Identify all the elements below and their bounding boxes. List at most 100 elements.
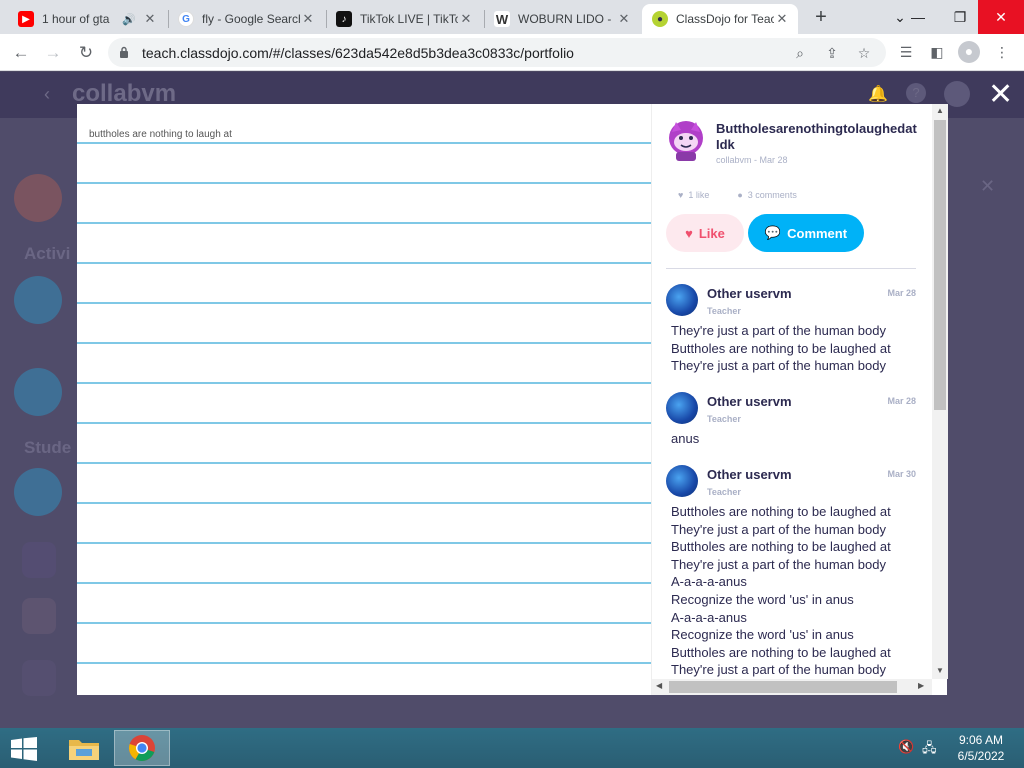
side-panel-icon[interactable]: ◧ <box>927 42 947 62</box>
close-tab-icon[interactable]: ✕ <box>300 11 316 27</box>
comment-item: Other uservm Mar 28 Teacher They're just… <box>666 284 918 384</box>
file-explorer-button[interactable] <box>56 730 112 766</box>
comment-line: They're just a part of the human body <box>671 662 886 678</box>
comment-button[interactable]: 💬 Comment <box>748 214 864 252</box>
comment-line: They're just a part of the human body <box>671 323 886 338</box>
comment-line: anus <box>671 431 700 446</box>
like-button[interactable]: ♥ Like <box>666 214 744 252</box>
comment-label: Comment <box>787 225 848 241</box>
close-tab-icon[interactable]: ✕ <box>142 11 158 27</box>
comment-line: Buttholes are nothing to be laughed at <box>671 644 891 660</box>
comment-line: Buttholes are nothing to be laughed at <box>671 340 891 356</box>
portfolio-post-modal: buttholes are nothing to laugh at Buttho… <box>77 104 948 695</box>
back-icon[interactable]: ← <box>8 40 34 66</box>
page-content: ‹ collabvm 🔔 ? Activi Stude ✕ ✕ butthole… <box>0 72 1024 728</box>
comment-line: A-a-a-a-anus <box>671 609 747 625</box>
tab-title: ClassDojo for Teachers <box>676 12 774 26</box>
bg-activity-heading: Activi <box>24 244 71 263</box>
tab-title: TikTok LIVE | TikTok <box>360 12 458 26</box>
bookmark-star-icon[interactable]: ☆ <box>854 43 874 63</box>
commenter-role: Teacher <box>707 487 741 497</box>
vertical-scroll-thumb[interactable] <box>934 120 946 410</box>
comment-line: Buttholes are nothing to be laughed at <box>671 539 891 555</box>
tab-youtube[interactable]: ▶ 1 hour of gta 🔊 ✕ <box>8 4 166 34</box>
ruled-line <box>77 462 651 464</box>
post-author-line1: Buttholesarenothingtolaughedat <box>716 121 917 136</box>
commenter-avatar <box>666 284 698 316</box>
scroll-left-icon[interactable]: ◀ <box>656 681 662 690</box>
bg-monster-avatar <box>22 542 56 578</box>
ruled-line <box>77 222 651 224</box>
like-label: Like <box>698 225 725 241</box>
ruled-line <box>77 662 651 664</box>
back-arrow-icon[interactable]: ‹ <box>44 84 50 105</box>
zoom-icon[interactable]: ⌕ <box>790 43 810 63</box>
close-tab-icon[interactable]: ✕ <box>616 11 632 27</box>
bg-add-icon <box>14 368 62 416</box>
ruled-line <box>77 582 651 584</box>
chrome-taskbar-button[interactable] <box>114 730 170 766</box>
likes-text: 1 like <box>688 190 710 200</box>
comment-bubbles-icon: 💬 <box>764 225 782 240</box>
comment-date: Mar 28 <box>887 288 916 298</box>
reload-icon[interactable]: ↻ <box>73 40 99 66</box>
system-clock[interactable]: 9:06 AM 6/5/2022 <box>950 732 1012 764</box>
commenter-avatar <box>666 465 698 497</box>
post-details-scroll[interactable]: Buttholesarenothingtolaughedat Idk colla… <box>652 104 932 679</box>
scroll-up-icon[interactable]: ▲ <box>935 106 945 115</box>
comments-count[interactable]: ● 3 comments <box>737 190 796 200</box>
restore-button[interactable]: ❐ <box>940 0 980 34</box>
tab-title: 1 hour of gta <box>42 12 110 26</box>
menu-kebab-icon[interactable]: ⋮ <box>992 42 1012 62</box>
tab-classdojo[interactable]: ● ClassDojo for Teachers ✕ <box>642 4 798 34</box>
close-modal-icon[interactable]: ✕ <box>988 80 1013 110</box>
address-bar[interactable]: teach.classdojo.com/#/classes/623da542e8… <box>108 38 886 67</box>
tab-woburn-lido[interactable]: W WOBURN LIDO - ✕ <box>484 4 640 34</box>
ruled-line <box>77 542 651 544</box>
post-stats: ♥ 1 like ● 3 comments <box>678 190 797 200</box>
likes-count[interactable]: ♥ 1 like <box>678 190 709 200</box>
comment-line: They're just a part of the human body <box>671 556 886 572</box>
speaker-icon[interactable]: 🔊 <box>122 13 136 26</box>
share-icon[interactable]: ⇪ <box>822 43 842 63</box>
vertical-scrollbar[interactable]: ▲ ▼ <box>932 104 948 679</box>
comment-line: They're just a part of the human body <box>671 521 886 537</box>
ruled-line <box>77 302 651 304</box>
comment-item: Other uservm Mar 28 Teacher anus <box>666 392 918 452</box>
comment-line: Recognize the word 'us' in anus <box>671 591 854 607</box>
clock-date: 6/5/2022 <box>957 749 1005 763</box>
post-author-line2: Idk <box>716 137 735 152</box>
tab-tiktok[interactable]: ♪ TikTok LIVE | TikTok ✕ <box>326 4 482 34</box>
scroll-right-icon[interactable]: ▶ <box>918 681 924 690</box>
post-side-panel: Buttholesarenothingtolaughedat Idk colla… <box>651 104 948 695</box>
chrome-icon <box>129 735 155 762</box>
scroll-down-icon[interactable]: ▼ <box>935 666 945 675</box>
classdojo-icon: ● <box>652 11 668 27</box>
minimize-button[interactable]: — <box>898 0 938 34</box>
reading-list-icon[interactable]: ☰ <box>896 42 916 62</box>
forward-icon[interactable]: → <box>40 40 66 66</box>
close-tab-icon[interactable]: ✕ <box>458 11 474 27</box>
comment-item: Other uservm Mar 30 Teacher Buttholes ar… <box>666 465 918 679</box>
network-icon[interactable]: 🖧 <box>922 739 937 761</box>
help-icon[interactable]: ? <box>906 83 926 103</box>
horizontal-scroll-thumb[interactable] <box>669 681 897 693</box>
new-tab-button[interactable]: + <box>810 6 832 28</box>
speech-bubble-icon: ● <box>737 190 743 200</box>
heart-icon: ♥ <box>685 225 693 241</box>
close-window-button[interactable]: ✕ <box>978 0 1024 34</box>
commenter-role: Teacher <box>707 414 741 424</box>
horizontal-scrollbar[interactable]: ◀ ▶ <box>652 679 932 695</box>
comment-line: Buttholes are nothing to be laughed at <box>671 504 891 519</box>
tab-google[interactable]: G fly - Google Search ✕ <box>168 4 324 34</box>
youtube-icon: ▶ <box>18 11 34 27</box>
comment-body: Buttholes are nothing to be laughed at T… <box>671 503 891 679</box>
notification-bell-icon[interactable]: 🔔 <box>868 84 888 104</box>
windows-start-icon[interactable] <box>10 737 38 761</box>
ruled-paper-drawing: buttholes are nothing to laugh at <box>77 104 651 695</box>
bg-close-icon: ✕ <box>980 176 996 196</box>
close-tab-icon[interactable]: ✕ <box>774 11 790 27</box>
wix-icon: W <box>494 11 510 27</box>
profile-avatar-icon[interactable]: ● <box>958 41 980 63</box>
volume-muted-icon[interactable]: 🔇 <box>898 739 914 755</box>
